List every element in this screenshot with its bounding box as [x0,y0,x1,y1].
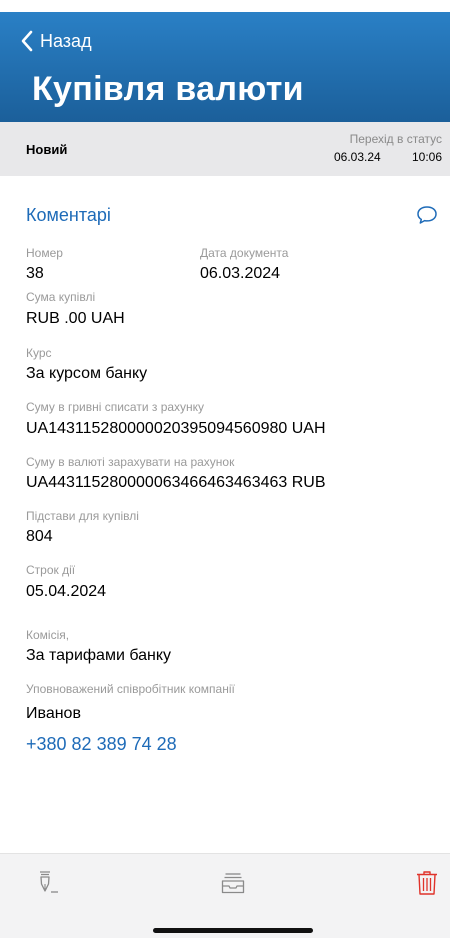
comments-link[interactable]: Коментарі [26,205,111,226]
number-value: 38 [26,265,44,282]
debit-account-value: UA143115280000020395094560980 UAH [26,420,326,437]
rate-value: За курсом банку [26,365,148,382]
debit-account-label: Суму в гривні списати з рахунку [26,400,205,414]
number-label: Номер [26,246,63,260]
pen-sign-icon[interactable] [30,868,60,898]
fee-label: Комісія, [26,628,70,642]
status-time: 10:06 [411,150,442,164]
authorized-employee-value: Иванов [26,705,81,722]
trash-icon[interactable] [412,868,442,898]
validity-term-label: Строк дії [26,563,76,577]
purchase-basis-value: 804 [26,528,53,545]
employee-phone-link[interactable]: +380 82 389 74 28 [26,734,177,755]
page-title: Купівля валюти [32,70,304,108]
bottom-toolbar [0,853,450,938]
credit-account-value: UA443115280000063466463463463 RUB [26,474,326,491]
rate-label: Курс [26,346,52,360]
inbox-tray-icon[interactable] [218,868,248,898]
amount-label: Сума купівлі [26,290,96,304]
document-date-label: Дата документа [200,246,289,260]
speech-bubble-icon[interactable] [416,205,438,225]
amount-value: RUB .00 UAH [26,310,125,327]
status-transition-label: Перехід в статус [349,132,442,146]
back-label: Назад [40,30,92,51]
status-bar: Новий Перехід в статус 06.03.24 10:06 [0,122,450,176]
home-indicator [153,928,313,933]
back-button[interactable]: Назад [20,30,92,52]
validity-term-value: 05.04.2024 [26,583,107,600]
chevron-left-icon [21,30,33,52]
status-name: Новий [26,142,68,157]
purchase-basis-label: Підстави для купівлі [26,509,139,523]
authorized-employee-label: Уповноважений співробітник компанії [26,682,235,696]
navigation-header: Назад Купівля валюти [0,12,450,122]
fee-value: За тарифами банку [26,647,172,664]
status-date: 06.03.24 [334,150,381,164]
document-date-value: 06.03.2024 [200,265,281,282]
credit-account-label: Суму в валюті зарахувати на рахунок [26,455,235,469]
